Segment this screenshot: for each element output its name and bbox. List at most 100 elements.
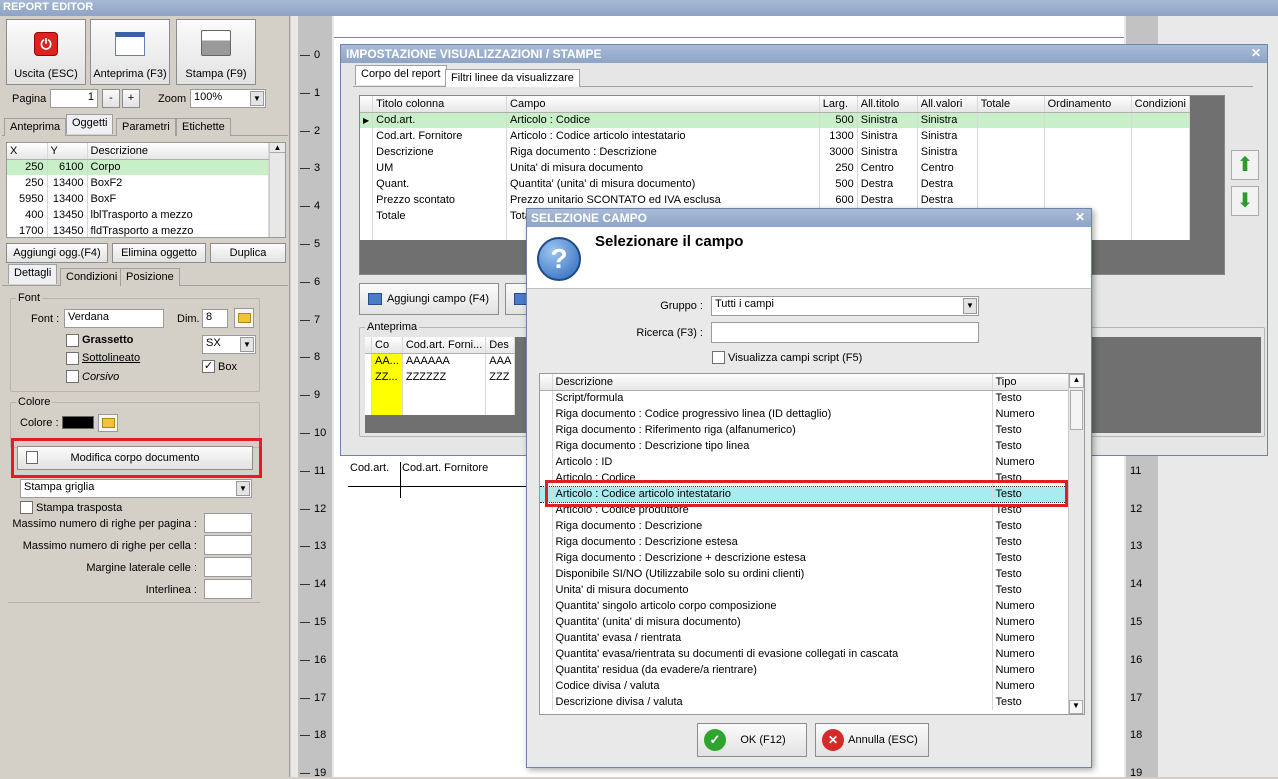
table-cell[interactable]: Prezzo scontato — [372, 192, 508, 208]
table-cell[interactable]: 500 — [819, 176, 858, 192]
table-cell[interactable]: Cod.art. — [372, 112, 508, 128]
italic-checkbox[interactable] — [66, 370, 79, 383]
folder-icon[interactable] — [234, 308, 254, 328]
table-cell[interactable]: Destra — [917, 192, 978, 208]
table-row[interactable]: 250 6100 Corpo — [7, 159, 269, 175]
field-type[interactable]: Testo — [992, 694, 1070, 710]
table-cell[interactable] — [977, 192, 1045, 208]
field-type[interactable]: Numero — [992, 646, 1070, 662]
list-item[interactable]: Riga documento : Descrizione + descrizio… — [540, 550, 1070, 566]
table-cell[interactable]: UM — [372, 160, 508, 176]
list-item[interactable]: Quantita' residua (da evadere/a rientrar… — [540, 662, 1070, 678]
list-item[interactable]: Quantita' singolo articolo corpo composi… — [540, 598, 1070, 614]
table-cell[interactable] — [1044, 192, 1132, 208]
list-item[interactable]: Quantita' (unita' di misura documento) Nu… — [540, 614, 1070, 630]
table-row[interactable]: ▶ Cod.art. Articolo : Codice 500 Sinistra Sin… — [360, 112, 1191, 128]
field-desc[interactable]: Riga documento : Descrizione — [552, 518, 993, 534]
table-cell[interactable] — [1131, 208, 1191, 224]
tab-corpo-report[interactable]: Corpo del report — [355, 65, 447, 85]
field-desc[interactable]: Quantita' evasa / rientrata — [552, 630, 993, 646]
table-cell[interactable] — [1131, 112, 1191, 128]
table-row[interactable]: Descrizione Riga documento : Descrizione 3… — [360, 144, 1191, 160]
table-cell[interactable]: 600 — [819, 192, 858, 208]
list-item[interactable]: Riga documento : Riferimento riga (alfan… — [540, 422, 1070, 438]
edit-body-button[interactable]: Modifica corpo documento — [17, 446, 253, 470]
table-row[interactable]: UM Unita' di misura documento 250 Centro Cen… — [360, 160, 1191, 176]
scroll-thumb[interactable] — [1070, 390, 1083, 430]
table-cell[interactable]: Destra — [857, 192, 918, 208]
table-cell[interactable]: 250 — [819, 160, 858, 176]
table-cell[interactable]: 3000 — [819, 144, 858, 160]
table-cell[interactable]: Centro — [857, 160, 918, 176]
color-swatch[interactable] — [62, 416, 94, 429]
underline-checkbox[interactable] — [66, 352, 79, 365]
arrow-up-icon[interactable]: ⬆ — [1231, 150, 1259, 180]
arrow-down-icon[interactable]: ⬇ — [1231, 186, 1259, 216]
tab-condizioni[interactable]: Condizioni — [60, 268, 124, 286]
zoom-select[interactable]: 100% ▼ — [190, 89, 266, 108]
tab-anteprima[interactable]: Anteprima — [4, 118, 67, 136]
table-row[interactable]: 5950 13400 BoxF — [7, 191, 269, 207]
page-plus-button[interactable]: + — [122, 89, 140, 108]
list-item[interactable]: Quantita' evasa / rientrata Numero — [540, 630, 1070, 646]
table-cell[interactable] — [977, 144, 1045, 160]
table-cell[interactable]: Sinistra — [917, 112, 978, 128]
table-cell[interactable] — [977, 160, 1045, 176]
table-cell[interactable] — [977, 128, 1045, 144]
transpose-checkbox[interactable] — [20, 501, 33, 514]
tab-dettagli[interactable]: Dettagli — [8, 264, 58, 284]
table-cell[interactable] — [1044, 128, 1132, 144]
table-row[interactable]: Prezzo scontato Prezzo unitario SCONTATO … — [360, 192, 1191, 208]
objects-table[interactable]: X Y Descrizione 250 6100 Corpo 250 13400 Box… — [6, 142, 286, 238]
tab-etichette[interactable]: Etichette — [176, 118, 231, 136]
close-icon[interactable]: ✕ — [1075, 210, 1085, 224]
delete-object-button[interactable]: Elimina oggetto — [112, 243, 206, 263]
page-minus-button[interactable]: - — [102, 89, 120, 108]
tab-filtri[interactable]: Filtri linee da visualizzare — [445, 69, 580, 87]
group-select[interactable]: Tutti i campi ▼ — [711, 296, 979, 316]
field-type[interactable]: Testo — [992, 390, 1070, 406]
table-cell[interactable]: Centro — [917, 160, 978, 176]
table-cell[interactable]: Sinistra — [857, 112, 918, 128]
table-cell[interactable] — [1044, 112, 1132, 128]
list-item[interactable]: Script/formula Testo — [540, 390, 1070, 406]
field-desc[interactable]: Unita' di misura documento — [552, 582, 993, 598]
font-input[interactable]: Verdana — [64, 309, 164, 328]
tab-posizione[interactable]: Posizione — [120, 268, 180, 286]
field-desc[interactable]: Script/formula — [552, 390, 993, 406]
cancel-button[interactable]: ✕ Annulla (ESC) — [815, 723, 929, 757]
field-type[interactable]: Testo — [992, 550, 1070, 566]
table-cell[interactable]: Quant. — [372, 176, 508, 192]
field-type[interactable]: Testo — [992, 422, 1070, 438]
field-desc[interactable]: Quantita' singolo articolo corpo composi… — [552, 598, 993, 614]
add-field-button[interactable]: Aggiungi campo (F4) — [359, 283, 499, 315]
table-cell[interactable] — [1044, 176, 1132, 192]
field-type[interactable]: Numero — [992, 662, 1070, 678]
field-list[interactable]: Descrizione Tipo Script/formula Testo Riga… — [539, 373, 1085, 715]
field-type[interactable]: Numero — [992, 614, 1070, 630]
field-desc[interactable]: Articolo : ID — [552, 454, 993, 470]
table-cell[interactable]: 1300 — [819, 128, 858, 144]
table-row[interactable]: Quant. Quantita' (unita' di misura docume… — [360, 176, 1191, 192]
table-cell[interactable]: Sinistra — [917, 128, 978, 144]
color-folder-icon[interactable] — [98, 414, 118, 432]
duplicate-button[interactable]: Duplica — [210, 243, 286, 263]
table-cell[interactable]: Riga documento : Descrizione — [506, 144, 820, 160]
max-rows-page-input[interactable] — [204, 513, 252, 533]
field-list-scrollbar[interactable]: ▲ ▼ — [1068, 374, 1084, 714]
objects-scrollbar[interactable]: ▲ — [269, 143, 285, 237]
list-item[interactable]: Codice divisa / valuta Numero — [540, 678, 1070, 694]
field-type[interactable]: Numero — [992, 630, 1070, 646]
field-type[interactable]: Testo — [992, 438, 1070, 454]
table-cell[interactable] — [1131, 160, 1191, 176]
table-cell[interactable]: Sinistra — [857, 144, 918, 160]
field-desc[interactable]: Quantita' evasa/rientrata su documenti d… — [552, 646, 993, 662]
align-select[interactable]: SX ▼ — [202, 335, 256, 354]
table-cell[interactable] — [977, 112, 1045, 128]
dim-input[interactable]: 8 — [202, 309, 228, 328]
table-row[interactable]: 400 13450 lblTrasporto a mezzo — [7, 207, 269, 223]
ok-button[interactable]: ✓ OK (F12) — [697, 723, 807, 757]
list-item[interactable]: Riga documento : Descrizione Testo — [540, 518, 1070, 534]
field-desc[interactable]: Riga documento : Codice progressivo line… — [552, 406, 993, 422]
close-icon[interactable]: ✕ — [1251, 46, 1261, 60]
